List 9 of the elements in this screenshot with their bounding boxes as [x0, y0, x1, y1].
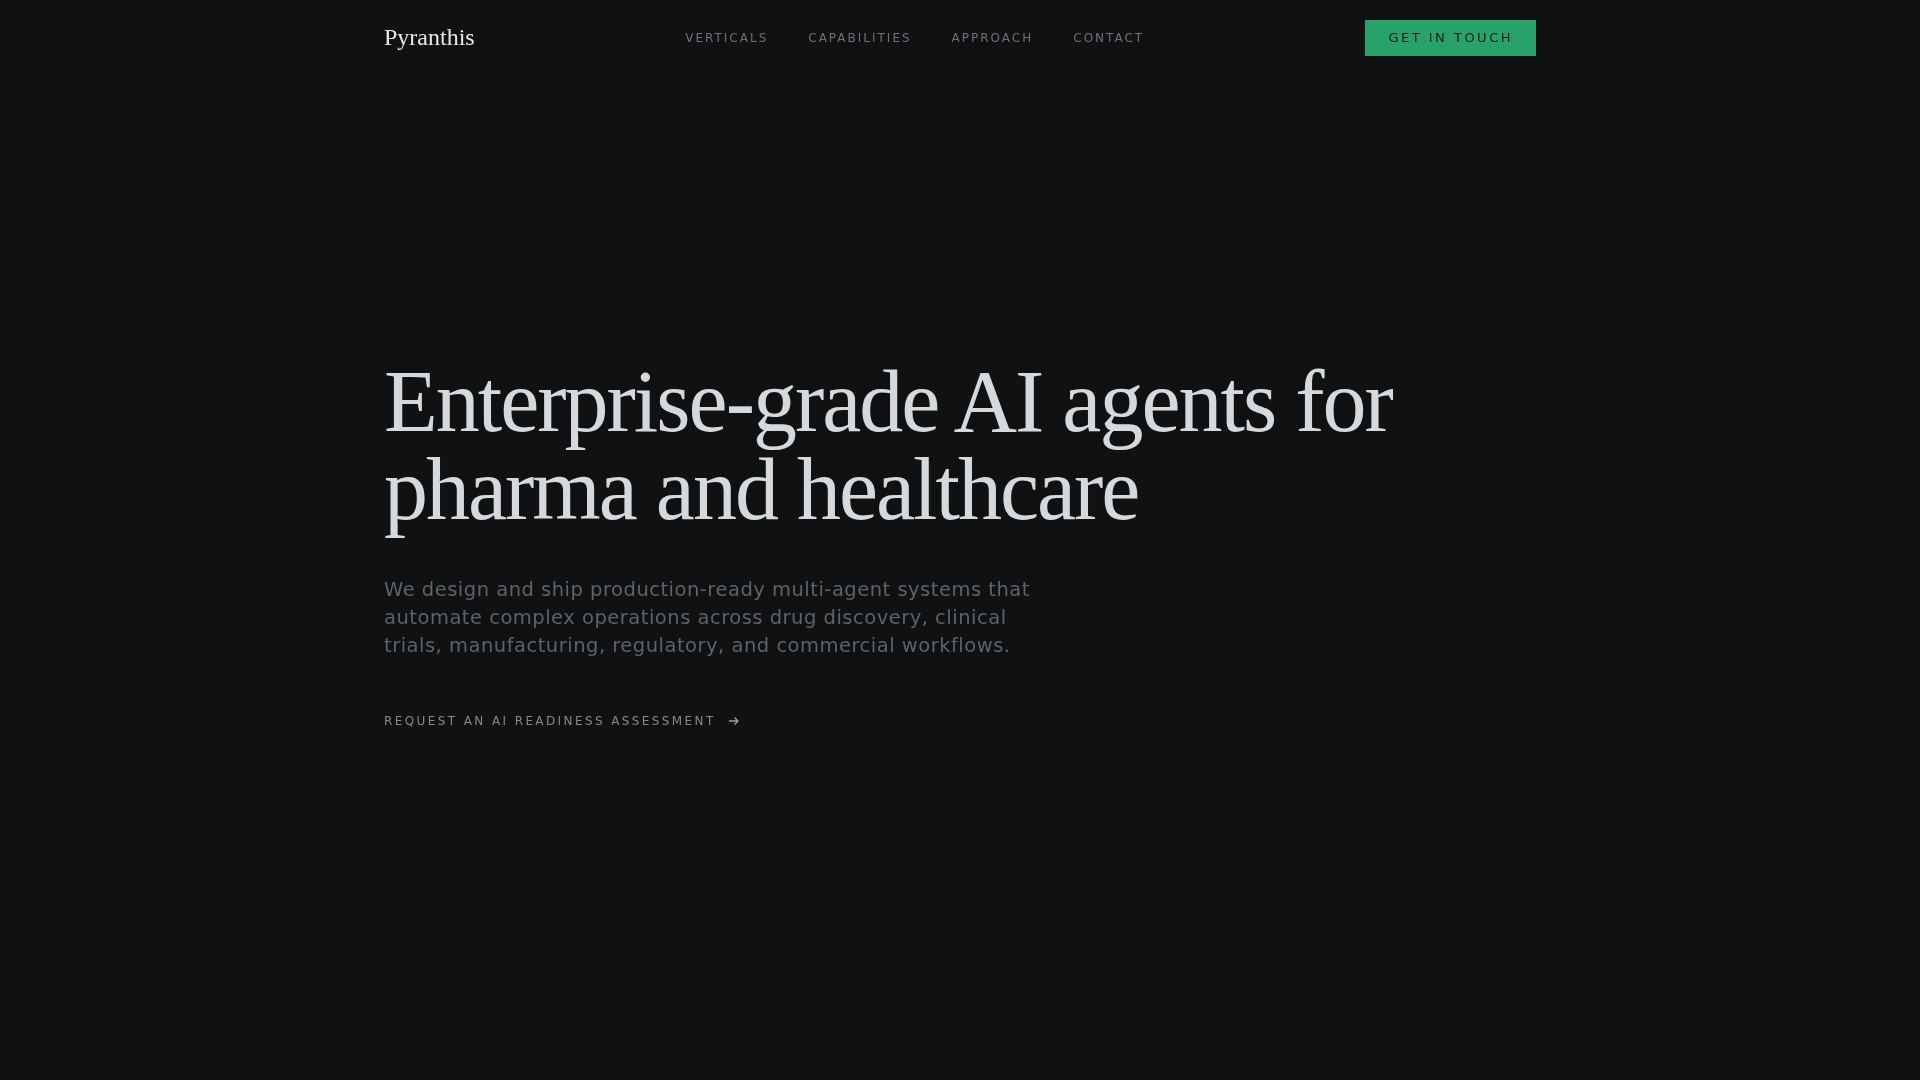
hero-description: We design and ship production-ready multi-agent systems that automate complex operations across drug discovery, clinical trials, manufacturing, regulatory, and commercial workflows.: [384, 577, 1031, 659]
nav-link[interactable]: CONTACT: [1073, 30, 1145, 45]
nav-link[interactable]: APPROACH: [951, 30, 1034, 45]
arrow-right-icon: [727, 715, 740, 727]
logo-text[interactable]: Pyranthis: [384, 24, 624, 51]
get-in-touch-button[interactable]: GET IN TOUCH: [1365, 19, 1536, 56]
nav-link[interactable]: VERTICALS: [685, 30, 769, 45]
nav-link[interactable]: CAPABILITIES: [808, 30, 912, 45]
assessment-link[interactable]: REQUEST AN AI READINESS ASSESSMENT: [384, 714, 740, 728]
